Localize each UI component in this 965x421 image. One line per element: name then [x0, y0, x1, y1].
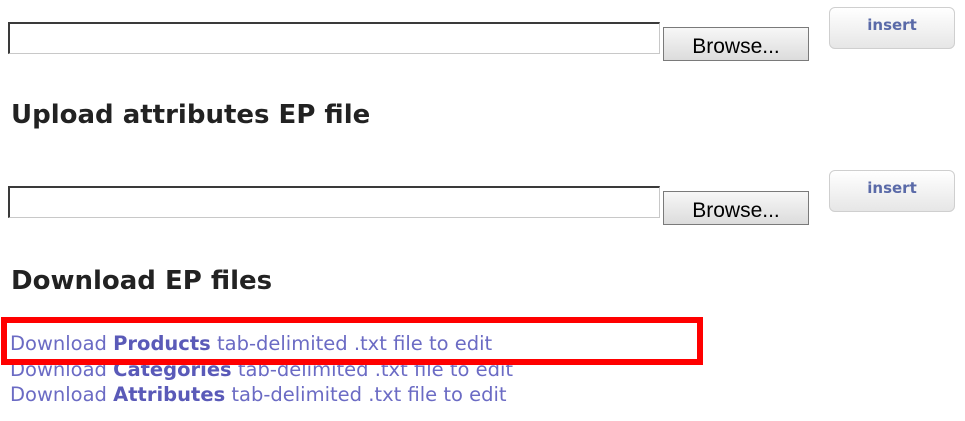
link-suffix: tab-delimited .txt file to edit — [231, 383, 507, 406]
insert-button-attributes[interactable]: insert — [829, 170, 955, 212]
browse-button-attributes[interactable]: Browse... — [663, 191, 809, 225]
download-attributes-link[interactable]: Download Attributes tab-delimited .txt f… — [10, 384, 507, 406]
highlight-annotation-box — [1, 317, 703, 365]
link-prefix: Download — [10, 383, 107, 406]
link-bold: Attributes — [113, 383, 226, 406]
browse-button-top[interactable]: Browse... — [663, 27, 809, 61]
insert-button-top[interactable]: insert — [829, 7, 955, 49]
file-path-input-attributes[interactable] — [8, 186, 660, 218]
download-ep-files-heading: Download EP files — [11, 266, 273, 296]
upload-attributes-heading: Upload attributes EP file — [11, 100, 371, 130]
file-path-input-top[interactable] — [8, 22, 660, 54]
